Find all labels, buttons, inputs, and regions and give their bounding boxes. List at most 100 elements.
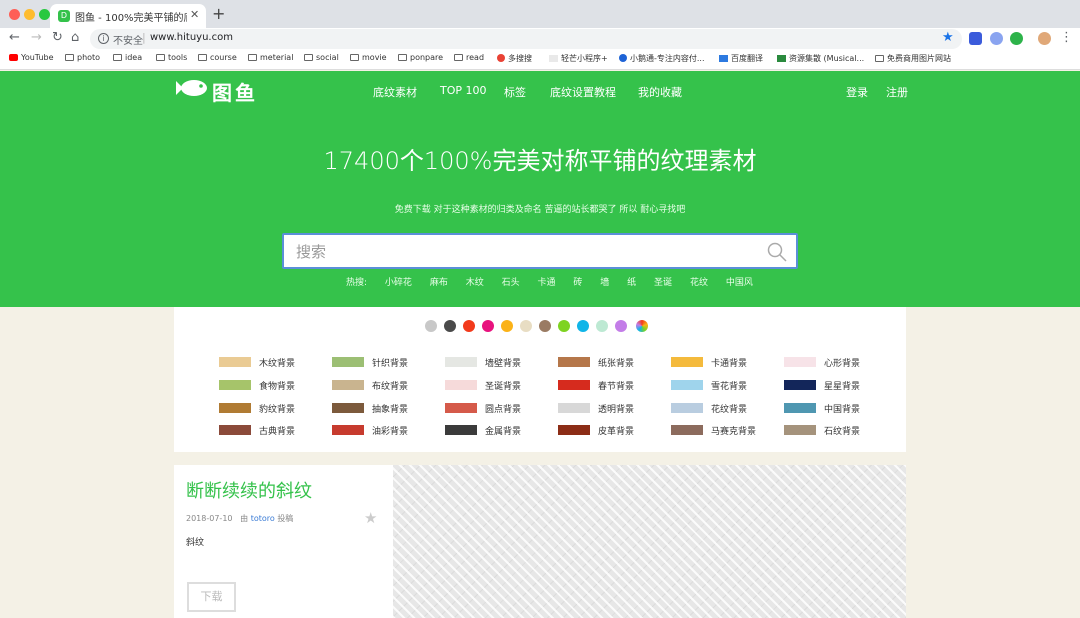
category-thumbnail bbox=[671, 357, 703, 367]
category-label: 春节背景 bbox=[598, 382, 635, 392]
category-label: 透明背景 bbox=[598, 405, 635, 415]
url-text[interactable]: www.hituyu.com bbox=[150, 32, 233, 43]
address-bar[interactable]: i 不安全 | www.hituyu.com ★ bbox=[90, 29, 962, 49]
logo-text: 图鱼 bbox=[212, 81, 258, 105]
nav-top-100[interactable]: TOP 100 bbox=[440, 84, 487, 97]
category-thumbnail bbox=[445, 403, 477, 413]
nav-tags[interactable]: 标签 bbox=[504, 84, 526, 100]
search-input[interactable] bbox=[296, 241, 736, 263]
nav-tutorial[interactable]: 底纹设置教程 bbox=[550, 84, 616, 100]
youtube-icon bbox=[9, 54, 18, 61]
bookmark-course[interactable]: course bbox=[198, 53, 237, 62]
category-label: 豹纹背景 bbox=[259, 405, 296, 415]
color-filter-swatch[interactable] bbox=[501, 320, 513, 332]
browser-menu-icon[interactable]: ⋮ bbox=[1060, 30, 1073, 45]
bookmark-resources[interactable]: 资源集散 (Musical... bbox=[777, 53, 864, 64]
wechat-extension-icon[interactable] bbox=[1010, 32, 1023, 45]
reload-icon[interactable]: ↻ bbox=[52, 30, 63, 45]
color-filter-swatch[interactable] bbox=[425, 320, 437, 332]
login-link[interactable]: 登录 bbox=[846, 84, 868, 100]
category-label: 圆点背景 bbox=[485, 405, 522, 415]
article-card[interactable]: 断断续续的斜纹 2018-07-10 由 totoro 投稿 ★ 斜纹 下载 bbox=[174, 465, 393, 618]
folder-icon bbox=[875, 55, 884, 62]
color-filter-swatch[interactable] bbox=[539, 320, 551, 332]
bookmark-meterial[interactable]: meterial bbox=[248, 53, 293, 62]
hot-tag[interactable]: 小碎花 bbox=[385, 278, 412, 288]
hot-tag[interactable]: 卡通 bbox=[537, 278, 555, 288]
home-icon[interactable]: ⌂ bbox=[71, 30, 79, 45]
favorite-star-icon[interactable]: ★ bbox=[364, 509, 377, 527]
category-panel: 木纹背景 针织背景 墙壁背景 纸张背景 卡通背景 心形背景 食物背景 布纹背景 圣诞背景 春节背景… bbox=[174, 307, 906, 452]
hot-tag[interactable]: 墙 bbox=[600, 278, 609, 288]
hot-tag[interactable]: 纸 bbox=[627, 278, 636, 288]
browser-tab[interactable]: D 图鱼 - 100%完美平铺的底纹素材 ✕ bbox=[50, 4, 206, 28]
hero-title: 17400个100%完美对称平铺的纹理素材 bbox=[323, 147, 757, 175]
window-zoom-button[interactable] bbox=[39, 9, 50, 20]
hot-tag[interactable]: 石头 bbox=[502, 278, 520, 288]
color-filter-swatch[interactable] bbox=[558, 320, 570, 332]
article-date: 2018-07-10 bbox=[186, 514, 233, 523]
article-meta: 2018-07-10 由 totoro 投稿 bbox=[186, 513, 293, 524]
bookmark-social[interactable]: social bbox=[304, 53, 339, 62]
download-button[interactable]: 下载 bbox=[187, 582, 236, 612]
bookmark-free-images[interactable]: 免费商用图片网站 bbox=[875, 53, 951, 64]
url-separator: | bbox=[142, 31, 146, 44]
color-filter-swatch[interactable] bbox=[463, 320, 475, 332]
register-link[interactable]: 注册 bbox=[886, 84, 908, 100]
bookmark-movie[interactable]: movie bbox=[350, 53, 387, 62]
category-thumbnail bbox=[332, 425, 364, 435]
category-thumbnail bbox=[332, 380, 364, 390]
window-close-button[interactable] bbox=[9, 9, 20, 20]
bookmark-photo[interactable]: photo bbox=[65, 53, 100, 62]
site-icon bbox=[719, 55, 728, 62]
profile-avatar[interactable] bbox=[1038, 32, 1051, 45]
new-tab-button[interactable]: + bbox=[212, 4, 225, 23]
hot-tag[interactable]: 圣诞 bbox=[654, 278, 672, 288]
bookmark-ponpare[interactable]: ponpare bbox=[398, 53, 443, 62]
bookmark-read[interactable]: read bbox=[454, 53, 484, 62]
category-label: 布纹背景 bbox=[372, 382, 409, 392]
info-icon[interactable]: i bbox=[98, 33, 109, 44]
extension-icon[interactable] bbox=[990, 32, 1003, 45]
color-filter-swatch[interactable] bbox=[596, 320, 608, 332]
color-filter-swatch[interactable] bbox=[482, 320, 494, 332]
nav-my-favorites[interactable]: 我的收藏 bbox=[638, 84, 682, 100]
search-icon[interactable] bbox=[766, 241, 788, 263]
bookmark-qingmang[interactable]: 轻芒小程序+ bbox=[549, 53, 608, 64]
category-label: 针织背景 bbox=[372, 359, 409, 369]
hot-tag[interactable]: 麻布 bbox=[430, 278, 448, 288]
category-thumbnail bbox=[219, 425, 251, 435]
hot-tag[interactable]: 木纹 bbox=[466, 278, 484, 288]
bookmark-star-icon[interactable]: ★ bbox=[942, 30, 954, 45]
article-author[interactable]: totoro bbox=[251, 514, 275, 523]
article-tag[interactable]: 斜纹 bbox=[186, 535, 204, 548]
category-thumbnail bbox=[558, 357, 590, 367]
hot-tag[interactable]: 中国风 bbox=[726, 278, 753, 288]
color-filter-swatch[interactable] bbox=[615, 320, 627, 332]
bookmark-youtube[interactable]: YouTube bbox=[9, 53, 54, 62]
back-arrow-icon[interactable]: ← bbox=[9, 30, 20, 45]
nav-texture-materials[interactable]: 底纹素材 bbox=[373, 84, 417, 100]
category-thumbnail bbox=[219, 380, 251, 390]
hot-tag[interactable]: 砖 bbox=[573, 278, 582, 288]
chrome-icon bbox=[497, 54, 505, 62]
extension-icon[interactable] bbox=[969, 32, 982, 45]
color-filter-swatch[interactable] bbox=[520, 320, 532, 332]
color-filter-swatch[interactable] bbox=[444, 320, 456, 332]
category-label: 木纹背景 bbox=[259, 359, 296, 369]
bookmark-idea[interactable]: idea bbox=[113, 53, 142, 62]
close-tab-icon[interactable]: ✕ bbox=[190, 8, 199, 21]
article-submitted: 投稿 bbox=[277, 514, 294, 523]
bookmark-tools[interactable]: tools bbox=[156, 53, 187, 62]
color-filter-swatch[interactable] bbox=[636, 320, 648, 332]
texture-preview-image[interactable] bbox=[393, 465, 906, 618]
site-logo[interactable]: 图鱼 bbox=[174, 77, 255, 105]
color-filter-swatch[interactable] bbox=[577, 320, 589, 332]
forward-arrow-icon[interactable]: → bbox=[31, 30, 42, 45]
window-minimize-button[interactable] bbox=[24, 9, 35, 20]
bookmark-xiaoetong[interactable]: 小鹅通-专注内容付... bbox=[619, 53, 705, 64]
bookmark-duosousou[interactable]: 多搜搜 bbox=[497, 53, 532, 64]
article-title[interactable]: 断断续续的斜纹 bbox=[186, 477, 312, 503]
bookmark-baidu-translate[interactable]: 百度翻译 bbox=[719, 53, 763, 64]
hot-tag[interactable]: 花纹 bbox=[690, 278, 708, 288]
